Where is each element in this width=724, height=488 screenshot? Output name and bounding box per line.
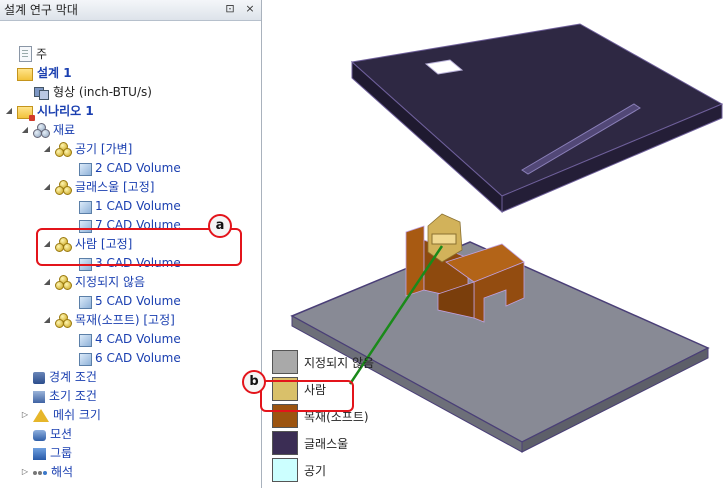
- cad-volume-icon: [79, 352, 92, 366]
- tree-item-label: 모션: [50, 427, 73, 441]
- tree-item[interactable]: 4 CAD Volume: [64, 330, 181, 348]
- tree-item-label: 설계 1: [37, 66, 72, 80]
- motion-icon: [33, 430, 46, 441]
- design-folder-icon: [17, 68, 33, 81]
- groups-icon: [33, 448, 46, 460]
- tree-item-label: 시나리오 1: [37, 104, 94, 118]
- tree-item[interactable]: 초기 조건: [20, 387, 97, 405]
- tree-item-label: 그룹: [50, 446, 73, 460]
- tree-item-label: 재료: [53, 123, 76, 137]
- cad-volume-icon: [79, 333, 92, 347]
- tree-item[interactable]: 형상 (inch-BTU/s): [20, 83, 152, 101]
- legend-label: 지정되지 않음: [304, 355, 375, 370]
- tree-item-label: 2 CAD Volume: [95, 161, 181, 175]
- legend-swatch: [272, 350, 298, 374]
- callout-badge-b: b: [242, 370, 266, 394]
- document-icon: [19, 46, 32, 62]
- material-icon: [55, 180, 72, 195]
- tree-item-label: 경계 조건: [49, 370, 97, 384]
- tree-item-label: 주: [36, 47, 48, 61]
- geometry-icon: [33, 85, 49, 100]
- tree-item-label: 1 CAD Volume: [95, 199, 181, 213]
- tree-item-label: 초기 조건: [49, 389, 97, 403]
- panel-title: 설계 연구 막대: [4, 3, 78, 17]
- expander-icon[interactable]: ◢: [42, 273, 52, 291]
- legend-entry: 글래스울: [272, 431, 348, 455]
- scenario-icon: [17, 106, 35, 121]
- expander-icon[interactable]: ◢: [42, 311, 52, 329]
- cad-volume-icon: [79, 162, 92, 176]
- legend-entry: 지정되지 않음: [272, 350, 374, 374]
- tree-item-label: 목재(소프트) [고정]: [75, 313, 175, 327]
- tree-item-label: 해석: [51, 465, 74, 479]
- tree-item-label: 6 CAD Volume: [95, 351, 181, 365]
- legend-label: 공기: [304, 463, 327, 478]
- material-icon: [55, 275, 72, 290]
- tree-item-label: 글래스울 [고정]: [75, 180, 155, 194]
- tree-item-label: 5 CAD Volume: [95, 294, 181, 308]
- expander-icon[interactable]: ◢: [42, 140, 52, 158]
- ceiling-slab: [350, 23, 724, 214]
- expander-icon[interactable]: ▷: [20, 463, 30, 481]
- callout-badge-a: a: [208, 214, 232, 238]
- tree-item[interactable]: 1 CAD Volume: [64, 197, 181, 215]
- legend-entry: 공기: [272, 458, 326, 482]
- tree-item[interactable]: 5 CAD Volume: [64, 292, 181, 310]
- tree-item[interactable]: ◢ 재료: [20, 121, 75, 139]
- tree-item-label: 지정되지 않음: [75, 275, 146, 289]
- tree-item-label: 4 CAD Volume: [95, 332, 181, 346]
- tree-item[interactable]: 6 CAD Volume: [64, 349, 181, 367]
- tree-item[interactable]: ◢ 목재(소프트) [고정]: [42, 311, 175, 329]
- expander-icon[interactable]: ◢: [4, 102, 14, 120]
- material-icon: [55, 313, 72, 328]
- tree-item-label: 공기 [가변]: [75, 142, 133, 156]
- legend-swatch: [272, 431, 298, 455]
- tree-item[interactable]: ▷ 메쉬 크기: [20, 406, 101, 424]
- solve-icon: [33, 468, 47, 480]
- legend-label: 글래스울: [304, 436, 349, 451]
- expander-icon[interactable]: ▷: [20, 406, 30, 424]
- boundary-conditions-icon: [33, 372, 45, 384]
- tree-item[interactable]: ◢ 글래스울 [고정]: [42, 178, 154, 196]
- cad-volume-icon: [79, 295, 92, 309]
- expander-icon[interactable]: ◢: [42, 178, 52, 196]
- tree-item[interactable]: ▷ 해석: [20, 463, 73, 481]
- tree-item[interactable]: 모션: [20, 425, 72, 443]
- tree-item[interactable]: 2 CAD Volume: [64, 159, 181, 177]
- initial-conditions-icon: [33, 391, 45, 403]
- tree-item-label: 메쉬 크기: [53, 408, 101, 422]
- tree-item[interactable]: 그룹: [20, 444, 72, 462]
- materials-icon: [33, 123, 50, 138]
- close-icon[interactable]: ×: [243, 2, 257, 16]
- callout-box-b: [260, 380, 354, 412]
- expander-icon[interactable]: ◢: [20, 121, 30, 139]
- tree-item[interactable]: ◢ 공기 [가변]: [42, 140, 132, 158]
- pin-icon[interactable]: ⊡: [223, 2, 237, 16]
- tree-item-label: 형상 (inch-BTU/s): [53, 85, 152, 99]
- tree-item[interactable]: ◢ 시나리오 1: [4, 102, 94, 121]
- tree-item[interactable]: 설계 1: [4, 64, 72, 82]
- mesh-size-icon: [33, 409, 49, 422]
- cad-volume-icon: [79, 200, 92, 214]
- panel-header: 설계 연구 막대 ⊡ ×: [0, 0, 261, 21]
- tree-item[interactable]: 주: [4, 45, 47, 63]
- legend-swatch: [272, 458, 298, 482]
- tree-item[interactable]: ◢ 지정되지 않음: [42, 273, 145, 291]
- material-icon: [55, 142, 72, 157]
- tree-item[interactable]: 경계 조건: [20, 368, 97, 386]
